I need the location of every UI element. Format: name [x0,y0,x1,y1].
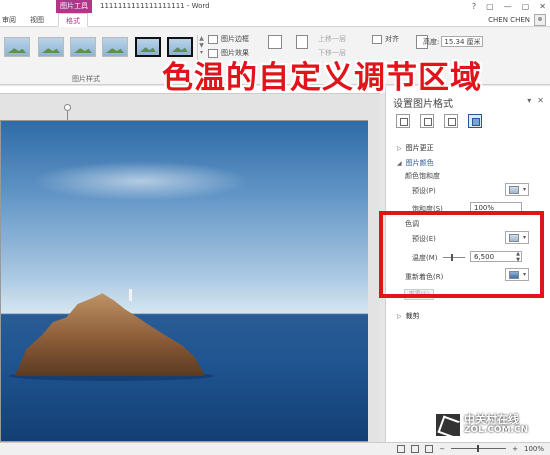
rotate-stem [67,111,68,120]
picture-tab-icon[interactable] [468,114,482,128]
expanded-triangle-icon: ◢ [397,160,402,167]
minimize-icon[interactable]: — [504,2,512,11]
section-picture-color[interactable]: ◢ 图片颜色 [397,158,434,168]
zoom-slider[interactable] [451,445,507,452]
section-picture-corrections[interactable]: ▷ 图片更正 [397,143,434,153]
align-icon [372,34,382,44]
saturation-heading: 颜色饱和度 [405,172,440,180]
user-name: CHEN CHEN [488,16,530,24]
sky-cloud [31,161,251,201]
close-icon[interactable]: ✕ [539,2,546,11]
layout-tab-icon[interactable] [444,114,458,128]
saturation-preset-dropdown[interactable]: ▾ [505,183,529,196]
bring-forward-button[interactable]: 上移一层 [318,34,346,44]
highlight-box [379,211,544,298]
lighthouse [129,289,132,301]
pane-title: 设置图片格式 [393,99,453,110]
fill-line-tab-icon[interactable] [396,114,410,128]
section-crop[interactable]: ▷ 裁剪 [397,311,420,321]
picture-style-thumb[interactable] [135,37,161,57]
web-layout-icon[interactable] [425,444,434,453]
picture-preset-icon [509,186,519,194]
align-button[interactable]: 对齐 [372,34,399,44]
picture-border-icon [208,34,218,44]
pane-menu-icon[interactable]: ▾ [527,96,531,105]
print-layout-icon[interactable] [411,444,420,453]
tab-review[interactable]: 审阅 [2,13,16,27]
help-icon[interactable]: ? [472,2,476,11]
pane-tabs [396,114,482,128]
group-label-picture-styles: 图片样式 [72,75,100,83]
pane-controls: ▾ ✕ [527,96,544,105]
selected-picture[interactable] [1,121,368,441]
picture-style-thumb[interactable] [102,37,128,57]
avatar[interactable] [534,14,546,26]
picture-border-button[interactable]: 图片边框 [208,34,249,44]
collapsed-triangle-icon: ▷ [397,145,402,152]
ribbon-tab-row: 审阅 视图 格式 [0,13,550,27]
wrap-text-icon [296,35,308,49]
contextual-tab-picture-tools: 图片工具 [56,0,92,13]
position-icon [268,35,282,49]
height-value[interactable]: 15.34 厘米 [441,36,484,47]
saturation-preset-label: 预设(P) [412,187,436,195]
user-account[interactable]: CHEN CHEN [488,13,546,27]
picture-style-thumb[interactable] [4,37,30,57]
rotate-handle[interactable] [64,104,71,111]
zoom-level[interactable]: 100% [524,445,544,453]
height-field[interactable]: 高度: 15.34 厘米 [423,36,484,47]
watermark: 中关村在线 ZOL.COM.CN [436,414,528,436]
collapsed-triangle-icon: ▷ [397,313,402,320]
read-mode-icon[interactable] [397,444,406,453]
document-title: 1111111111111111111 - Word [100,2,210,10]
window-controls: ? ▢ — ▢ ✕ [472,0,546,13]
effects-tab-icon[interactable] [420,114,434,128]
wrap-text-button[interactable] [296,35,308,49]
watermark-en: ZOL.COM.CN [464,425,529,435]
picture-style-thumb[interactable] [70,37,96,57]
chevron-down-icon: ▾ [522,186,526,193]
maximize-icon[interactable]: ▢ [522,2,530,11]
zoom-out-icon[interactable]: − [439,445,445,453]
annotation-text: 色温的自定义调节区域 [162,60,482,96]
height-label: 高度: [423,37,440,46]
ribbon-display-icon[interactable]: ▢ [486,2,494,11]
picture-style-thumb[interactable] [38,37,64,57]
position-button[interactable] [268,35,282,49]
watermark-cn: 中关村在线 [464,413,519,426]
tab-view[interactable]: 视图 [30,13,44,27]
tab-format[interactable]: 格式 [58,13,88,27]
zol-logo-icon [436,414,460,436]
rock-island [15,293,205,376]
status-bar-right: − + 100% [397,442,544,455]
zoom-in-icon[interactable]: + [512,445,518,453]
pane-close-icon[interactable]: ✕ [537,96,544,105]
